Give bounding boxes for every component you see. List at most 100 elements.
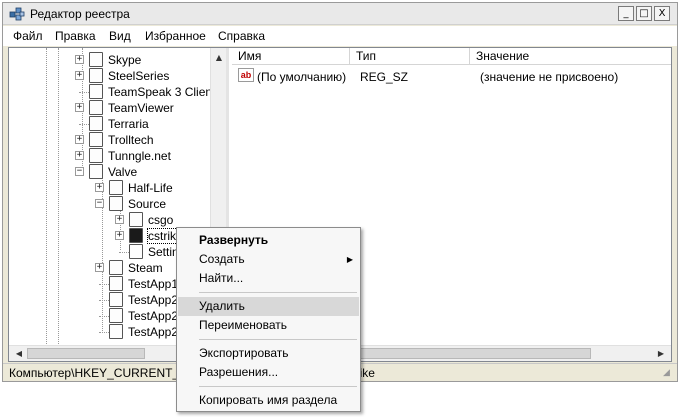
expand-icon[interactable]: + bbox=[95, 183, 104, 192]
menu-item-permissions[interactable]: Разрешения... bbox=[178, 363, 359, 382]
collapse-icon[interactable]: − bbox=[75, 167, 84, 176]
menu-item-find[interactable]: Найти... bbox=[178, 269, 359, 288]
folder-icon bbox=[109, 276, 123, 291]
tree-node[interactable]: Terraria bbox=[9, 116, 209, 132]
tree-node-label: Steam bbox=[128, 261, 163, 275]
menu-item-rename[interactable]: Переименовать bbox=[178, 316, 359, 335]
tree-node-label: TestApp2 bbox=[128, 325, 179, 339]
folder-icon bbox=[109, 292, 123, 307]
close-button[interactable]: X bbox=[654, 6, 670, 21]
minimize-button[interactable]: _ bbox=[618, 6, 634, 21]
folder-icon bbox=[129, 244, 143, 259]
folder-icon bbox=[109, 260, 123, 275]
title-bar[interactable]: Редактор реестра _ □ X bbox=[3, 3, 677, 25]
tree-node[interactable]: + Half-Life bbox=[9, 180, 209, 196]
tree-node-label: TestApp2 bbox=[128, 293, 179, 307]
expand-icon[interactable]: + bbox=[95, 263, 104, 272]
menu-edit[interactable]: Правка bbox=[55, 29, 96, 43]
tree-node-label: SteelSeries bbox=[108, 69, 170, 83]
tree-node[interactable]: + csgo bbox=[9, 212, 209, 228]
submenu-arrow-icon: ▶ bbox=[346, 255, 353, 264]
tree-node[interactable]: + SteelSeries bbox=[9, 68, 209, 84]
folder-icon bbox=[129, 212, 143, 227]
folder-icon bbox=[89, 68, 103, 83]
tree-node-label: Source bbox=[128, 197, 167, 211]
expand-icon[interactable]: + bbox=[75, 71, 84, 80]
expand-icon[interactable]: + bbox=[75, 103, 84, 112]
expand-icon[interactable]: + bbox=[115, 231, 124, 240]
tree-node-label: Valve bbox=[108, 165, 138, 179]
tree-node-label: TeamSpeak 3 Client bbox=[108, 85, 216, 99]
maximize-button[interactable]: □ bbox=[636, 6, 652, 21]
menu-item-export[interactable]: Экспортировать bbox=[178, 344, 359, 363]
column-header-type[interactable]: Тип bbox=[350, 48, 470, 65]
tree-line bbox=[99, 300, 109, 301]
expand-icon[interactable]: + bbox=[75, 55, 84, 64]
menu-item-delete[interactable]: Удалить bbox=[178, 297, 359, 316]
tree-line bbox=[119, 252, 129, 253]
scroll-right-arrow-icon[interactable]: ▶ bbox=[653, 346, 669, 362]
expand-icon[interactable]: + bbox=[75, 135, 84, 144]
tree-node-label: Half-Life bbox=[128, 181, 173, 195]
tree-node-label: Trolltech bbox=[108, 133, 154, 147]
tree-node-label: Tunngle.net bbox=[108, 149, 171, 163]
tree-line bbox=[79, 92, 89, 93]
menu-item-create[interactable]: Создать ▶ bbox=[178, 250, 359, 269]
collapse-icon[interactable]: − bbox=[95, 199, 104, 208]
tree-node[interactable]: − Valve bbox=[9, 164, 209, 180]
folder-icon bbox=[89, 132, 103, 147]
column-header-value[interactable]: Значение bbox=[470, 48, 671, 65]
menu-item-copy-key-name[interactable]: Копировать имя раздела bbox=[178, 391, 359, 410]
tree-node-label: TestApp1 bbox=[128, 277, 179, 291]
tree-node[interactable]: − Source bbox=[9, 196, 209, 212]
menu-separator bbox=[199, 339, 357, 340]
tree-node[interactable]: + Skype bbox=[9, 52, 209, 68]
folder-icon bbox=[89, 100, 103, 115]
folder-icon bbox=[89, 52, 103, 67]
tree-node-label: Skype bbox=[108, 53, 142, 67]
expand-icon[interactable]: + bbox=[75, 151, 84, 160]
tree-line bbox=[99, 284, 109, 285]
column-header-name[interactable]: Имя bbox=[232, 48, 350, 65]
tree-node-label: TestApp2 bbox=[128, 309, 179, 323]
menu-view[interactable]: Вид bbox=[109, 29, 131, 43]
value-type: REG_SZ bbox=[360, 70, 409, 84]
folder-icon bbox=[129, 228, 143, 243]
menu-separator bbox=[199, 386, 357, 387]
menu-item-create-label: Создать bbox=[199, 252, 245, 266]
tree-node[interactable]: + TeamViewer bbox=[9, 100, 209, 116]
menu-favorites[interactable]: Избранное bbox=[145, 29, 206, 43]
tree-line bbox=[99, 332, 109, 333]
tree-node-label: TeamViewer bbox=[108, 101, 174, 115]
menu-bar: Файл Правка Вид Избранное Справка bbox=[3, 26, 677, 46]
folder-icon bbox=[109, 308, 123, 323]
folder-icon bbox=[109, 180, 123, 195]
tree-node[interactable]: + Trolltech bbox=[9, 132, 209, 148]
menu-file[interactable]: Файл bbox=[13, 29, 43, 43]
folder-icon bbox=[109, 324, 123, 339]
folder-icon bbox=[89, 84, 103, 99]
value-data: (значение не присвоено) bbox=[480, 70, 619, 84]
folder-icon bbox=[89, 148, 103, 163]
tree-scroll-thumb[interactable] bbox=[27, 348, 145, 359]
menu-help[interactable]: Справка bbox=[218, 29, 265, 43]
folder-icon bbox=[89, 164, 103, 179]
menu-item-expand[interactable]: Развернуть bbox=[178, 231, 359, 250]
scroll-left-arrow-icon[interactable]: ◀ bbox=[11, 346, 27, 361]
resize-grip-icon[interactable]: ◢ bbox=[663, 367, 675, 379]
value-name: (По умолчанию) bbox=[257, 70, 347, 84]
tree-node-label: csgo bbox=[148, 213, 174, 227]
tree-line bbox=[99, 316, 109, 317]
folder-icon bbox=[109, 196, 123, 211]
tree-node[interactable]: + Tunngle.net bbox=[9, 148, 209, 164]
window-title: Редактор реестра bbox=[30, 7, 130, 21]
tree-node[interactable]: TeamSpeak 3 Client bbox=[9, 84, 215, 100]
menu-separator bbox=[199, 292, 357, 293]
scroll-up-arrow-icon[interactable]: ▲ bbox=[211, 50, 226, 66]
tree-line bbox=[79, 124, 89, 125]
context-menu: Развернуть Создать ▶ Найти... Удалить Пе… bbox=[176, 227, 361, 412]
expand-icon[interactable]: + bbox=[115, 215, 124, 224]
tree-node-label: Terraria bbox=[108, 117, 149, 131]
string-value-icon: ab bbox=[238, 68, 254, 82]
registry-editor-icon bbox=[9, 7, 25, 21]
